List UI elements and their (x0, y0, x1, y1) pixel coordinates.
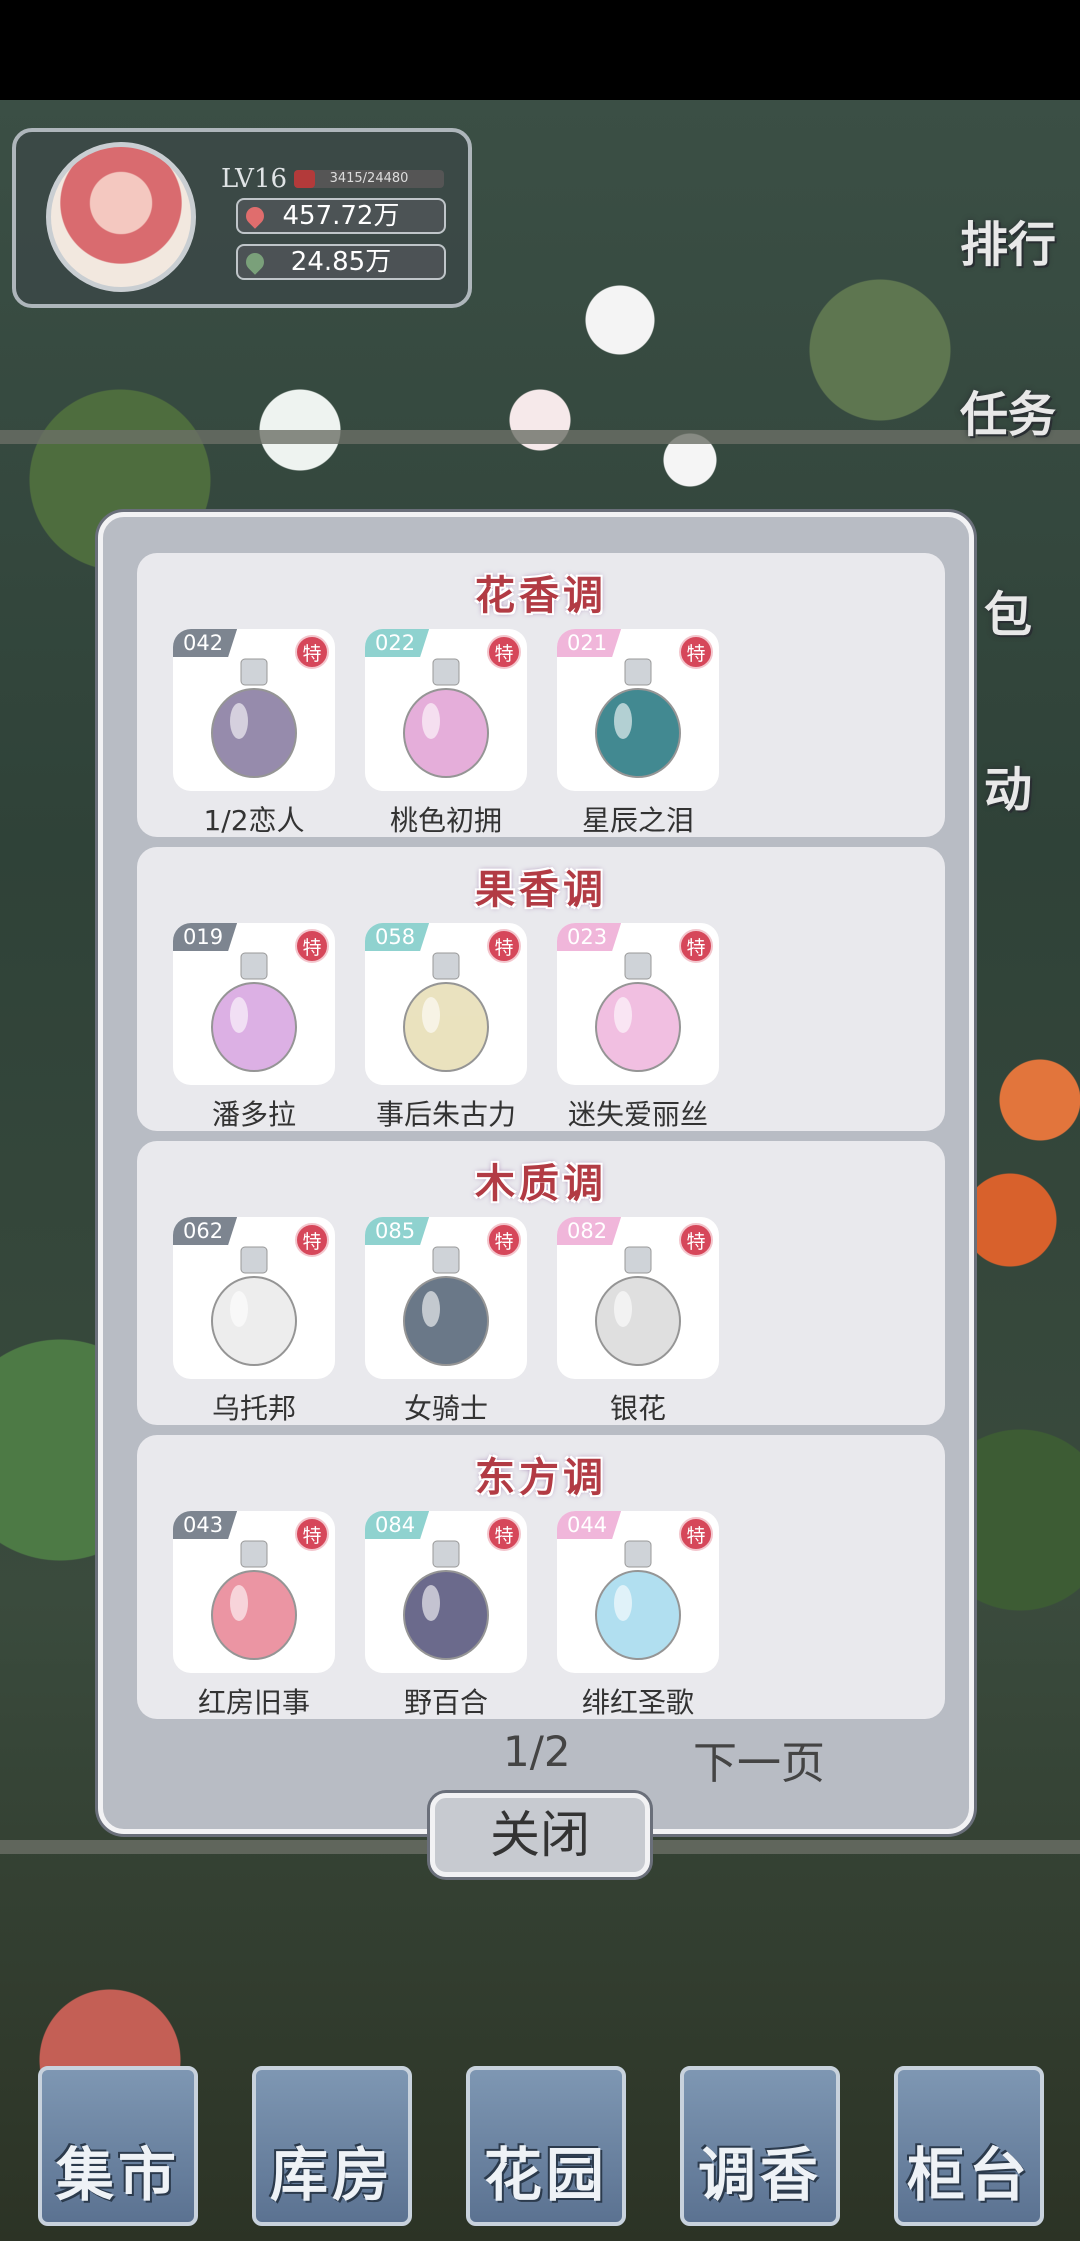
player-avatar[interactable] (46, 142, 196, 292)
perfume-number: 062 (173, 1217, 238, 1245)
perfume-card[interactable]: 022 特 (365, 629, 527, 791)
perfume-name: 迷失爱丽丝 (567, 1098, 708, 1131)
special-badge: 特 (679, 1517, 713, 1551)
task-button[interactable]: 任务 (948, 360, 1068, 470)
perfume-card[interactable]: 044 特 (557, 1511, 719, 1673)
perfume-card[interactable]: 084 特 (365, 1511, 527, 1673)
special-badge: 特 (295, 1517, 329, 1551)
perfume-collection-dialog: 花香调 042 特 1/2恋人 022 特桃色初拥 021 特星辰之泪 果香调 019 特潘多拉 05… (98, 512, 974, 1834)
section-title: 果香调 (475, 866, 607, 913)
perfume-card[interactable]: 019 特 (173, 923, 335, 1085)
perfume-item[interactable]: 085 特女骑士 (365, 1217, 527, 1427)
special-badge: 特 (295, 635, 329, 669)
nav-counter[interactable]: 柜台 (894, 2066, 1044, 2226)
perfume-card[interactable]: 021 特 (557, 629, 719, 791)
close-button[interactable]: 关闭 (430, 1793, 650, 1877)
status-bar (0, 0, 1080, 100)
perfume-name: 桃色初拥 (389, 804, 502, 837)
special-badge: 特 (679, 1223, 713, 1257)
exp-bar: 3415/24480 (294, 170, 444, 188)
perfume-section: 木质调 062 特乌托邦 085 特女骑士 082 特银花 (137, 1141, 945, 1425)
perfume-item[interactable]: 042 特 1/2恋人 (173, 629, 335, 839)
perfume-item[interactable]: 062 特乌托邦 (173, 1217, 335, 1427)
perfume-number: 043 (173, 1511, 238, 1539)
perfume-item[interactable]: 019 特潘多拉 (173, 923, 335, 1133)
perfume-item[interactable]: 023 特迷失爱丽丝 (557, 923, 719, 1133)
perfume-card[interactable]: 085 特 (365, 1217, 527, 1379)
rank-button[interactable]: 排行 (948, 190, 1068, 300)
perfume-name: 银花 (609, 1392, 666, 1425)
perfume-number: 023 (557, 923, 622, 951)
special-badge: 特 (487, 635, 521, 669)
special-badge: 特 (679, 929, 713, 963)
perfume-item[interactable]: 082 特银花 (557, 1217, 719, 1427)
perfume-number: 019 (173, 923, 238, 951)
perfume-item[interactable]: 022 特桃色初拥 (365, 629, 527, 839)
perfume-name: 事后朱古力 (375, 1098, 516, 1131)
perfume-number: 085 (365, 1217, 430, 1245)
gold-value: 457.72万 (282, 201, 400, 231)
perfume-name: 女骑士 (403, 1392, 488, 1425)
perfume-item[interactable]: 084 特野百合 (365, 1511, 527, 1721)
perfume-number: 042 (173, 629, 238, 657)
perfume-number: 044 (557, 1511, 622, 1539)
player-info-card[interactable]: LV16 3415/24480 457.72万 24.85万 (12, 128, 472, 308)
perfume-number: 084 (365, 1511, 430, 1539)
perfume-section: 花香调 042 特 1/2恋人 022 特桃色初拥 021 特星辰之泪 (137, 553, 945, 837)
perfume-card[interactable]: 023 特 (557, 923, 719, 1085)
perfume-section: 果香调 019 特潘多拉 058 特事后朱古力 023 特迷失爱丽丝 (137, 847, 945, 1131)
perfume-card[interactable]: 058 特 (365, 923, 527, 1085)
perfume-number: 022 (365, 629, 430, 657)
perfume-item[interactable]: 043 特红房旧事 (173, 1511, 335, 1721)
perfume-name: 红房旧事 (197, 1686, 310, 1719)
nav-blend[interactable]: 调香 (680, 2066, 840, 2226)
perfume-name: 野百合 (403, 1686, 488, 1719)
perfume-number: 058 (365, 923, 430, 951)
perfume-item[interactable]: 021 特星辰之泪 (557, 629, 719, 839)
perfume-name: 1/2恋人 (203, 804, 305, 837)
leaf-value: 24.85万 (290, 247, 392, 277)
nav-garden[interactable]: 花园 (466, 2066, 626, 2226)
special-badge: 特 (487, 929, 521, 963)
leaf-icon (242, 249, 268, 275)
nav-market[interactable]: 集市 (38, 2066, 198, 2226)
section-title: 东方调 (475, 1454, 607, 1501)
next-page-button[interactable]: 下一页 (693, 1727, 825, 1791)
perfume-card[interactable]: 062 特 (173, 1217, 335, 1379)
special-badge: 特 (679, 635, 713, 669)
petal-icon (242, 203, 268, 229)
perfume-name: 星辰之泪 (581, 804, 694, 837)
perfume-card[interactable]: 042 特 (173, 629, 335, 791)
perfume-item[interactable]: 058 特事后朱古力 (365, 923, 527, 1133)
page-indicator: 1/2 (503, 1727, 571, 1776)
perfume-number: 021 (557, 629, 622, 657)
player-level: LV16 (221, 164, 288, 194)
special-badge: 特 (487, 1223, 521, 1257)
perfume-item[interactable]: 044 特绯红圣歌 (557, 1511, 719, 1721)
shelf-divider (0, 430, 1080, 444)
nav-warehouse[interactable]: 库房 (252, 2066, 412, 2226)
gold-counter: 457.72万 (236, 198, 446, 234)
perfume-name: 潘多拉 (211, 1098, 296, 1131)
perfume-card[interactable]: 043 特 (173, 1511, 335, 1673)
perfume-number: 082 (557, 1217, 622, 1245)
pager: 1/2 下一页 (103, 1727, 969, 1789)
perfume-card[interactable]: 082 特 (557, 1217, 719, 1379)
exp-text: 3415/24480 (329, 171, 409, 186)
leaf-counter: 24.85万 (236, 244, 446, 280)
special-badge: 特 (487, 1517, 521, 1551)
section-title: 木质调 (475, 1160, 607, 1207)
section-title: 花香调 (475, 572, 607, 619)
perfume-section: 东方调 043 特红房旧事 084 特野百合 044 特绯红圣歌 (137, 1435, 945, 1719)
special-badge: 特 (295, 929, 329, 963)
perfume-name: 乌托邦 (211, 1392, 296, 1425)
perfume-name: 绯红圣歌 (581, 1686, 694, 1719)
special-badge: 特 (295, 1223, 329, 1257)
